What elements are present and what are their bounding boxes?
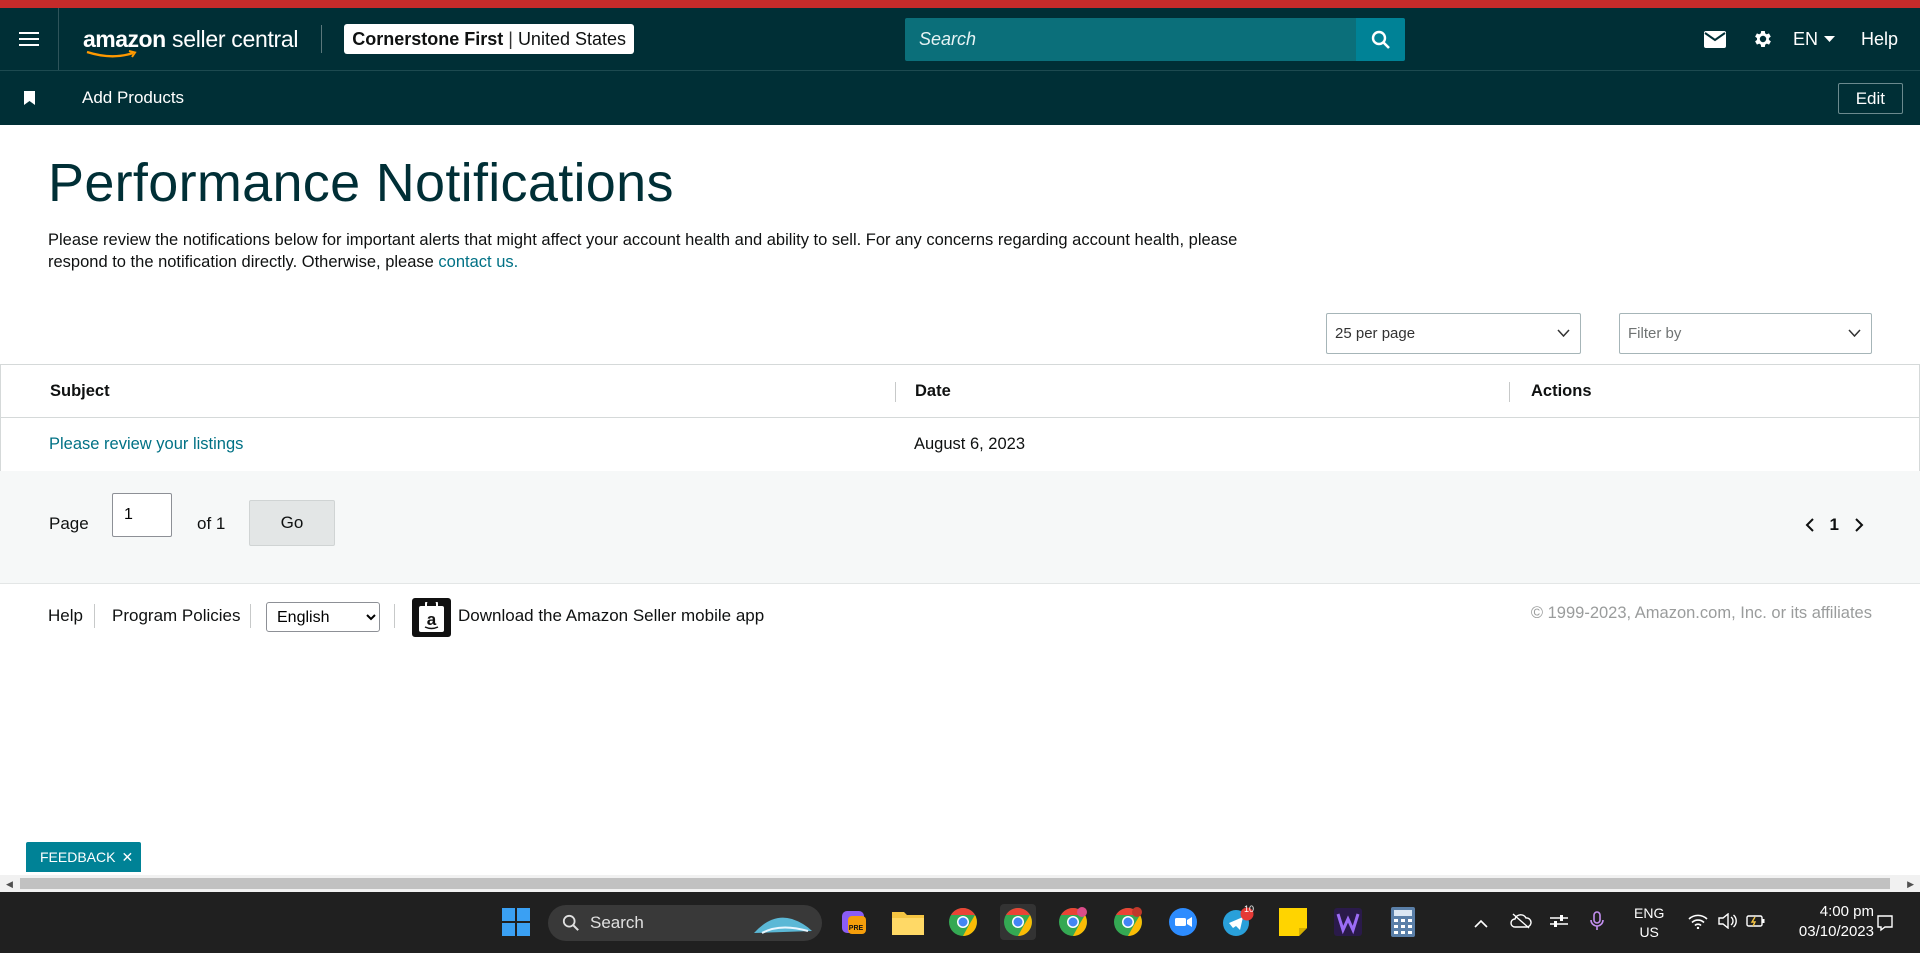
notification-subject-link[interactable]: Please review your listings bbox=[49, 418, 243, 471]
horizontal-scrollbar[interactable]: ◀ ▶ bbox=[0, 875, 1920, 892]
page-description: Please review the notifications below fo… bbox=[48, 231, 1238, 271]
sticky-notes-icon[interactable] bbox=[1275, 904, 1311, 940]
table-row: Please review your listings August 6, 20… bbox=[1, 418, 1919, 471]
input-language-indicator[interactable]: ENG US bbox=[1634, 904, 1664, 942]
bookmark-icon[interactable] bbox=[0, 91, 59, 105]
filter-by-dropdown[interactable]: Filter by bbox=[1619, 313, 1872, 354]
system-tray bbox=[1470, 892, 1604, 953]
footer-divider bbox=[394, 604, 395, 628]
header-right-tools: EN Help bbox=[1691, 8, 1920, 70]
column-divider bbox=[895, 382, 896, 402]
chevron-right-icon[interactable] bbox=[1855, 518, 1864, 532]
microphone-icon[interactable] bbox=[1590, 911, 1604, 934]
page-title: Performance Notifications bbox=[48, 153, 674, 213]
cloud-sync-icon[interactable] bbox=[1510, 913, 1532, 932]
header-divider bbox=[321, 25, 323, 53]
page: amazon seller central Cornerstone First |… bbox=[0, 0, 1920, 953]
footer-language-select[interactable]: English bbox=[266, 602, 380, 632]
page-total-label: of 1 bbox=[197, 514, 226, 533]
windows-taskbar: Search PRE 10 ENG US 4:00 pm 03/10/2023 bbox=[0, 892, 1920, 953]
column-header-subject[interactable]: Subject bbox=[50, 365, 110, 418]
top-navbar: amazon seller central Cornerstone First |… bbox=[0, 8, 1920, 70]
scroll-left-arrow-icon[interactable]: ◀ bbox=[6, 879, 13, 890]
copyright-text: © 1999-2023, Amazon.com, Inc. or its aff… bbox=[1530, 603, 1872, 622]
search-input[interactable] bbox=[905, 18, 1356, 61]
copilot-app-icon[interactable]: PRE bbox=[836, 904, 872, 940]
footer-divider bbox=[250, 604, 251, 628]
network-volume-battery[interactable] bbox=[1688, 892, 1766, 953]
column-header-actions: Actions bbox=[1531, 382, 1592, 400]
pagination-bar: Page of 1 Go 1 bbox=[0, 471, 1920, 584]
chevron-down-icon bbox=[1823, 35, 1835, 42]
taskbar-clock[interactable]: 4:00 pm 03/10/2023 bbox=[1799, 902, 1874, 942]
search-icon bbox=[1371, 30, 1390, 49]
chrome-app-icon[interactable] bbox=[945, 904, 981, 940]
seller-central-logo[interactable]: amazon seller central bbox=[83, 27, 299, 58]
per-page-dropdown[interactable]: 25 per page bbox=[1326, 313, 1581, 354]
chevron-left-icon[interactable] bbox=[1805, 518, 1814, 532]
close-icon[interactable]: ✕ bbox=[121, 849, 133, 866]
messages-icon[interactable] bbox=[1691, 8, 1739, 70]
bookmarks-bar: Add Products Edit bbox=[0, 70, 1920, 125]
windows-start-icon[interactable] bbox=[498, 904, 534, 940]
column-header-date[interactable]: Date bbox=[915, 365, 951, 418]
notifications-table: Subject Date Actions Please review your … bbox=[0, 364, 1920, 472]
chrome-second-profile-icon[interactable] bbox=[1110, 904, 1146, 940]
search-button[interactable] bbox=[1356, 18, 1405, 61]
contact-us-link[interactable]: contact us. bbox=[438, 253, 518, 271]
notifications-icon[interactable] bbox=[1876, 892, 1894, 953]
file-explorer-icon[interactable] bbox=[890, 904, 926, 940]
telegram-app-icon[interactable]: 10 bbox=[1220, 904, 1256, 940]
scroll-right-arrow-icon[interactable]: ▶ bbox=[1907, 879, 1914, 890]
amazon-app-icon[interactable]: a bbox=[412, 598, 451, 637]
telegram-badge: 10 bbox=[1244, 904, 1255, 914]
scrollbar-thumb[interactable] bbox=[20, 878, 1890, 889]
chrome-profile-app-icon[interactable] bbox=[1055, 904, 1091, 940]
program-policies-link[interactable]: Program Policies bbox=[112, 596, 241, 636]
sliders-icon[interactable] bbox=[1550, 914, 1568, 931]
chevron-down-icon bbox=[1848, 329, 1861, 337]
column-divider bbox=[1509, 382, 1510, 402]
battery-icon bbox=[1746, 914, 1766, 931]
calculator-app-icon[interactable] bbox=[1385, 904, 1421, 940]
go-button[interactable]: Go bbox=[249, 500, 335, 546]
volume-icon bbox=[1718, 912, 1738, 932]
account-switcher[interactable]: Cornerstone First | United States bbox=[344, 24, 634, 54]
page-label: Page bbox=[49, 514, 89, 533]
feedback-tab[interactable]: FEEDBACK ✕ bbox=[26, 842, 141, 872]
chevron-up-icon[interactable] bbox=[1474, 915, 1488, 931]
notification-date: August 6, 2023 bbox=[914, 435, 1026, 453]
search-icon bbox=[562, 914, 579, 931]
wifi-icon bbox=[1688, 914, 1708, 932]
page-navigator: 1 bbox=[1805, 515, 1864, 535]
search-highlight-icon bbox=[754, 917, 812, 934]
zoom-app-icon[interactable] bbox=[1165, 904, 1201, 940]
footer-divider bbox=[94, 604, 95, 628]
chevron-down-icon bbox=[1557, 329, 1570, 337]
page-number-input[interactable] bbox=[112, 493, 172, 537]
chrome-active-app-icon[interactable] bbox=[1000, 904, 1036, 940]
alert-strip bbox=[0, 0, 1920, 8]
edit-bookmarks-button[interactable]: Edit bbox=[1837, 83, 1903, 114]
w-app-icon[interactable] bbox=[1330, 904, 1366, 940]
page-footer: Help Program Policies English a Download… bbox=[0, 596, 1920, 637]
download-app-link[interactable]: Download the Amazon Seller mobile app bbox=[458, 596, 764, 636]
table-header: Subject Date Actions bbox=[1, 365, 1919, 418]
settings-gear-icon[interactable] bbox=[1739, 8, 1787, 70]
language-selector[interactable]: EN bbox=[1793, 29, 1835, 50]
taskbar-search-box[interactable]: Search bbox=[548, 905, 822, 941]
search-bar bbox=[905, 18, 1405, 61]
hamburger-menu-icon[interactable] bbox=[0, 8, 59, 70]
help-link[interactable]: Help bbox=[1861, 29, 1898, 50]
svg-text:PRE: PRE bbox=[849, 925, 864, 932]
current-page-number[interactable]: 1 bbox=[1830, 515, 1839, 535]
footer-help-link[interactable]: Help bbox=[48, 596, 83, 636]
svg-text:a: a bbox=[427, 610, 437, 629]
bookmark-add-products[interactable]: Add Products bbox=[82, 88, 184, 108]
